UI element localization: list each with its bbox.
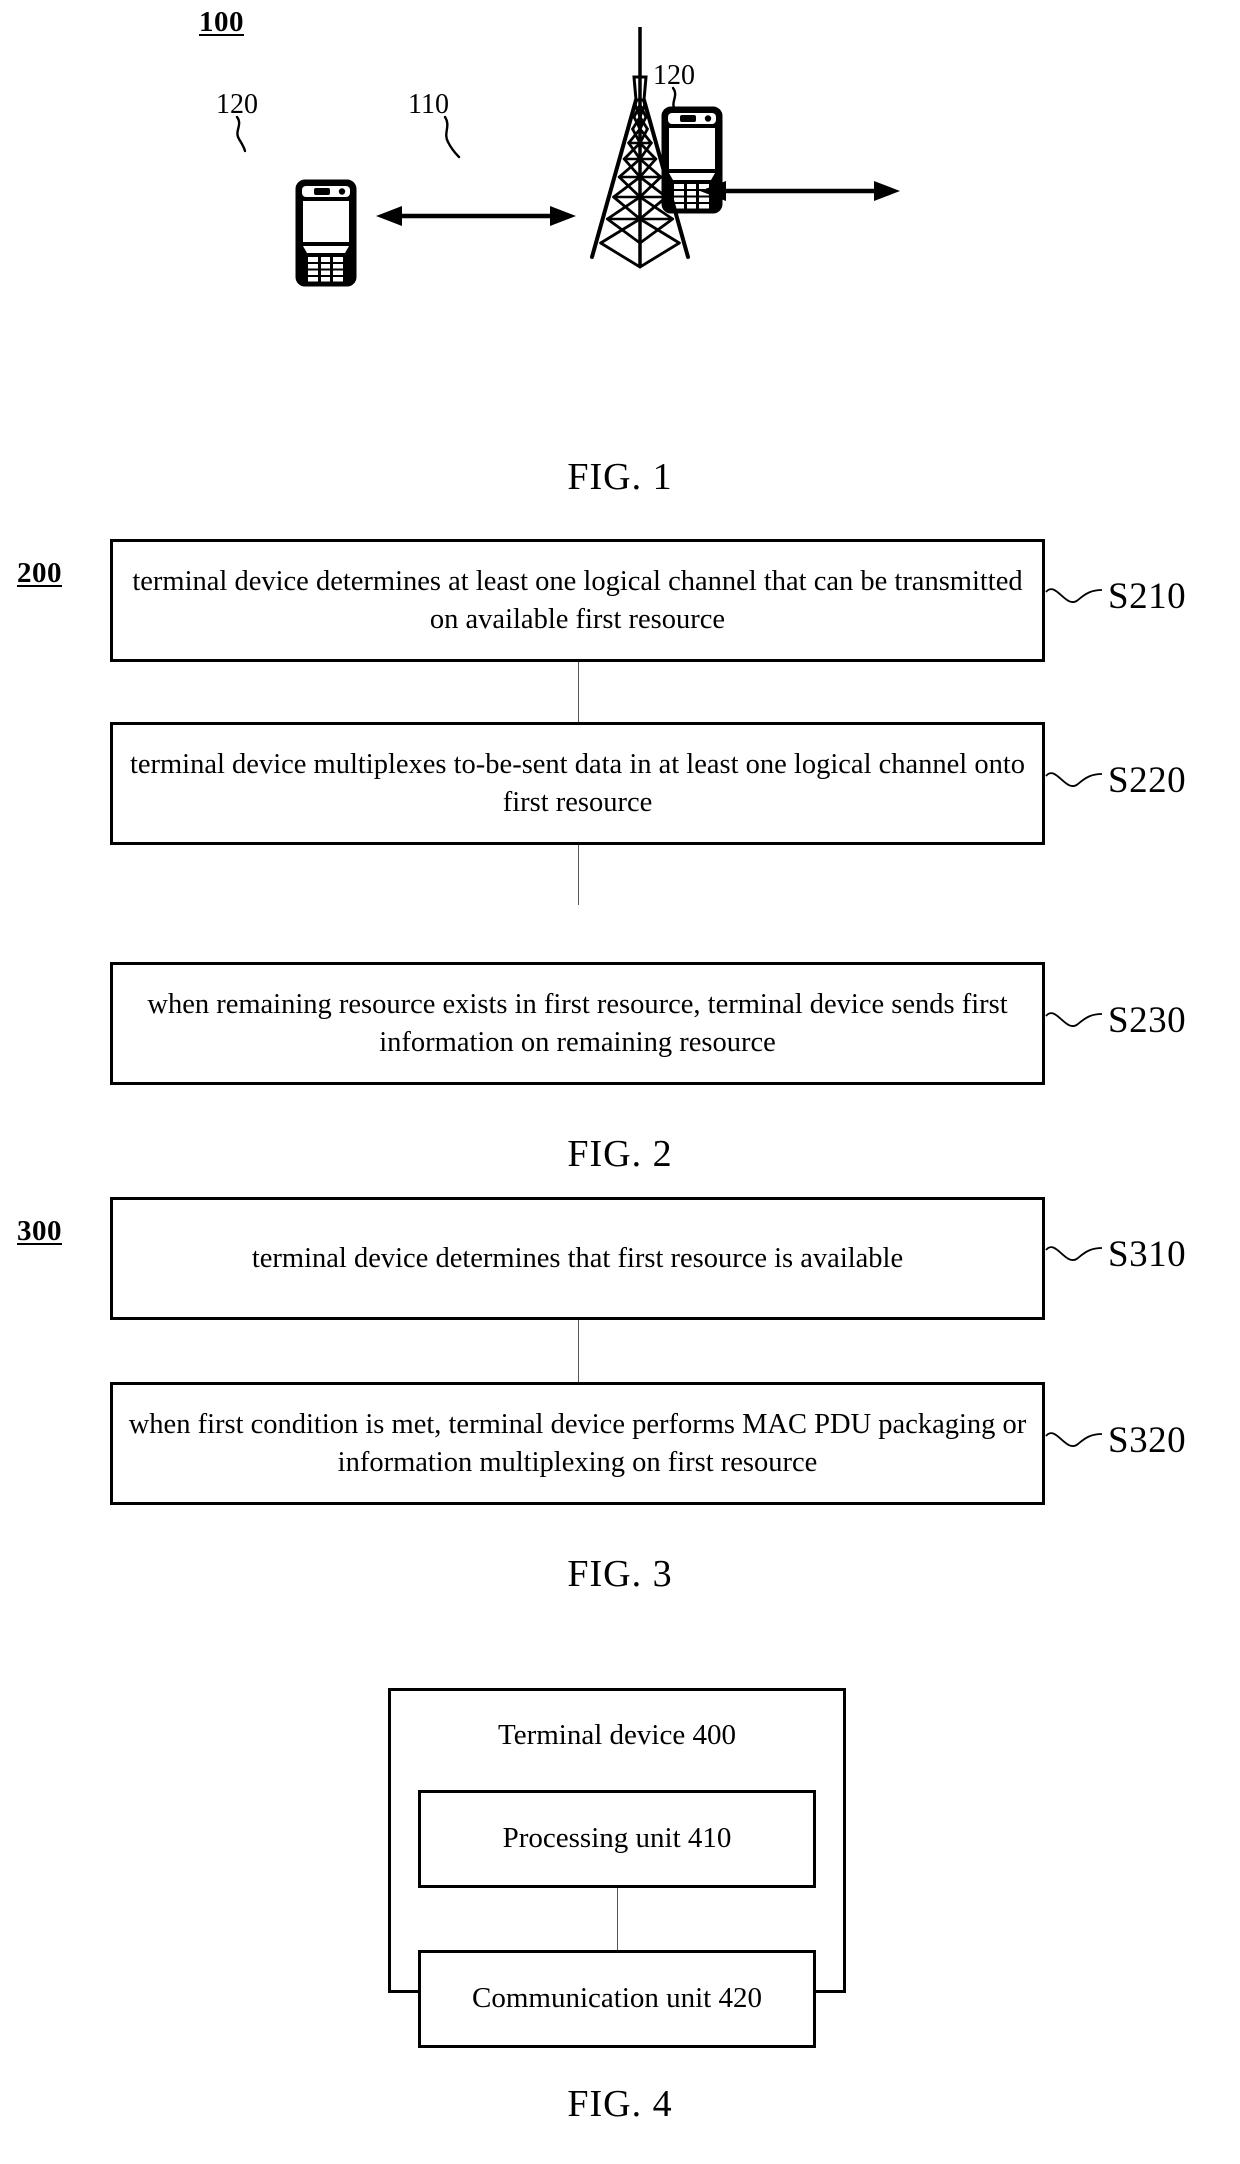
figure1-system-ref: 100	[199, 6, 244, 38]
figure2-flow-ref: 200	[17, 557, 62, 589]
connector-s310-s320	[578, 1320, 579, 1382]
flow-step-box-s320: when first condition is met, terminal de…	[110, 1382, 1045, 1505]
squiggle-connector-s310	[1045, 1246, 1103, 1261]
bidirectional-arrow-icon-left	[376, 206, 576, 226]
flow-step-box-s230: when remaining resource exists in first …	[110, 962, 1045, 1085]
mobile-phone-icon-left	[295, 179, 357, 287]
flow-step-text-s230: when remaining resource exists in first …	[147, 988, 1008, 1058]
processing-unit-label: Processing unit 410	[502, 1822, 732, 1855]
figure-2-caption: FIG. 2	[567, 1133, 673, 1175]
flow-step-text-s210: terminal device determines at least one …	[132, 565, 1023, 635]
bidirectional-arrow-icon-right	[700, 181, 900, 201]
figure-3-caption: FIG. 3	[567, 1553, 673, 1595]
flow-step-box-s210: terminal device determines at least one …	[110, 539, 1045, 662]
step-label-s210: S210	[1108, 576, 1187, 617]
leader-line-base-station	[443, 115, 461, 159]
communication-unit-label: Communication unit 420	[472, 1982, 762, 2015]
flow-step-text-s220: terminal device multiplexes to-be-sent d…	[129, 748, 1026, 818]
leader-line-left-ue	[235, 115, 247, 153]
processing-unit-box: Processing unit 410	[418, 1790, 816, 1888]
cell-tower-icon	[590, 27, 690, 269]
terminal-device-title: Terminal device 400	[498, 1719, 736, 1751]
figure-4-caption: FIG. 4	[567, 2083, 673, 2125]
figure3-flow-ref: 300	[17, 1215, 62, 1247]
flow-step-box-s310: terminal device determines that first re…	[110, 1197, 1045, 1320]
connector-s220-s230	[578, 845, 579, 905]
communication-unit-box: Communication unit 420	[418, 1950, 816, 2048]
connector-s210-s220	[578, 662, 579, 722]
squiggle-connector-s320	[1045, 1432, 1103, 1447]
flow-step-box-s220: terminal device multiplexes to-be-sent d…	[110, 722, 1045, 845]
flow-step-text-s320: when first condition is met, terminal de…	[128, 1408, 1027, 1478]
step-label-s230: S230	[1108, 1000, 1187, 1041]
squiggle-connector-s220	[1045, 772, 1103, 787]
squiggle-connector-s230	[1045, 1012, 1103, 1027]
flow-step-text-s310: terminal device determines that first re…	[251, 1242, 904, 1274]
squiggle-connector-s210	[1045, 588, 1103, 603]
step-label-s320: S320	[1108, 1420, 1187, 1461]
step-label-s220: S220	[1108, 760, 1187, 801]
figure-1-caption: FIG. 1	[567, 456, 673, 498]
step-label-s310: S310	[1108, 1234, 1187, 1275]
patent-drawing-sheet: 100 120 120 110 FIG. 1 200 terminal devi…	[0, 0, 1240, 2164]
connector-processing-communication	[617, 1888, 618, 1950]
